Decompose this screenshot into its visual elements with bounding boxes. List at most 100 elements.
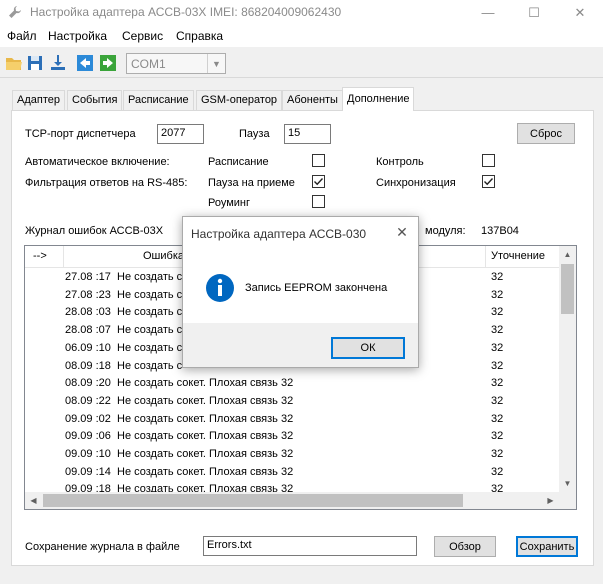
open-folder-icon[interactable] bbox=[5, 54, 23, 72]
tcp-port-input[interactable]: 2077 bbox=[157, 124, 204, 144]
upload-device-icon[interactable] bbox=[49, 54, 67, 72]
row-error-message: Не создать с bbox=[117, 271, 183, 283]
row-date: 28.08 :07 bbox=[65, 324, 111, 337]
save-disk-icon[interactable] bbox=[26, 54, 44, 72]
dialog-message: Запись EEPROM закончена bbox=[245, 282, 388, 294]
pause-input[interactable]: 15 bbox=[284, 124, 331, 144]
title-bar: Настройка адаптера АССВ-03Х IMEI: 868204… bbox=[0, 0, 603, 25]
row-error-message: Не создать с bbox=[117, 341, 183, 354]
row-date: 27.08 :23 bbox=[65, 288, 111, 301]
row-detail: 32 bbox=[491, 394, 504, 407]
row-detail: 32 bbox=[491, 288, 504, 301]
horizontal-scroll-thumb[interactable] bbox=[43, 494, 463, 507]
tab-subscribers[interactable]: Абоненты bbox=[282, 90, 343, 110]
save-button[interactable]: Сохранить bbox=[516, 536, 578, 557]
control-label: Контроль bbox=[376, 156, 424, 168]
row-detail: 32 bbox=[491, 448, 504, 460]
log-filename-input[interactable]: Errors.txt bbox=[203, 536, 417, 556]
row-detail: 32 bbox=[491, 271, 504, 283]
scroll-right-icon[interactable]: ▶ bbox=[542, 492, 559, 509]
tab-supplement[interactable]: Дополнение bbox=[342, 87, 415, 111]
pause-receive-checkbox[interactable] bbox=[312, 175, 325, 188]
column-header-detail[interactable]: Уточнение bbox=[491, 250, 545, 262]
tab-adapter[interactable]: Адаптер bbox=[12, 90, 65, 110]
row-error-message: Не создать сокет. Плохая связь 32 bbox=[117, 448, 294, 460]
toolbar bbox=[0, 48, 603, 78]
menu-settings[interactable]: Настройка bbox=[48, 29, 107, 43]
browse-button[interactable]: Обзор bbox=[434, 536, 496, 557]
scroll-up-icon[interactable]: ▲ bbox=[559, 246, 576, 263]
maximize-button[interactable]: ☐ bbox=[511, 0, 557, 25]
table-row[interactable]: 09.09 :06 Не создать сокет. Плохая связь … bbox=[25, 428, 559, 445]
scrollbar-corner bbox=[559, 492, 576, 509]
dialog-title: Настройка адаптера АССВ-030 bbox=[191, 227, 367, 241]
column-separator[interactable] bbox=[63, 246, 64, 268]
table-row[interactable]: 09.09 :02 Не создать сокет. Плохая связь … bbox=[25, 411, 559, 428]
com-port-value: COM1 bbox=[131, 57, 166, 71]
reset-button[interactable]: Сброс bbox=[517, 123, 575, 144]
tab-schedule[interactable]: Расписание bbox=[123, 90, 194, 110]
table-row[interactable]: 08.09 :22 Не создать сокет. Плохая связь … bbox=[25, 393, 559, 410]
pause-label: Пауза bbox=[239, 128, 270, 140]
minimize-button[interactable]: — bbox=[465, 0, 511, 25]
menu-file[interactable]: Файл bbox=[7, 29, 37, 43]
row-error-message: Не создать сокет. Плохая связь 32 bbox=[117, 412, 294, 425]
com-port-select[interactable]: COM1 ▼ bbox=[126, 53, 226, 74]
menu-help[interactable]: Справка bbox=[176, 29, 223, 43]
row-error-message: Не создать сокет. Плохая связь 32 bbox=[117, 394, 294, 407]
arrow-right-icon[interactable] bbox=[99, 54, 117, 72]
save-log-label: Сохранение журнала в файле bbox=[25, 541, 180, 553]
column-header-arrow[interactable]: --> bbox=[33, 250, 47, 262]
roaming-label: Роуминг bbox=[208, 197, 251, 209]
checkmark-icon bbox=[314, 178, 324, 186]
row-date: 06.09 :10 bbox=[65, 341, 111, 354]
module-value: 137B04 bbox=[481, 225, 519, 237]
scroll-down-icon[interactable]: ▼ bbox=[559, 475, 576, 492]
row-error-message: Не создать с bbox=[117, 359, 183, 372]
checkmark-icon bbox=[484, 178, 494, 186]
row-date: 28.08 :03 bbox=[65, 306, 111, 319]
window-title: Настройка адаптера АССВ-03Х IMEI: 868204… bbox=[30, 5, 342, 19]
pause-receive-label: Пауза на приеме bbox=[208, 177, 295, 189]
menu-bar: Файл Настройка Сервис Справка bbox=[0, 25, 603, 47]
rs485-filter-label: Фильтрация ответов на RS-485: bbox=[25, 177, 188, 189]
roaming-checkbox[interactable] bbox=[312, 195, 325, 208]
info-icon bbox=[206, 274, 234, 302]
error-log-label: Журнал ошибок АССВ-03Х bbox=[25, 225, 164, 237]
tab-gsm-operator[interactable]: GSM-оператор bbox=[196, 90, 283, 110]
vertical-scrollbar[interactable]: ▲ ▼ bbox=[559, 246, 576, 492]
table-row[interactable]: 09.09 :10 Не создать сокет. Плохая связь … bbox=[25, 446, 559, 463]
row-error-message: Не создать с bbox=[117, 288, 183, 301]
scroll-left-icon[interactable]: ◀ bbox=[25, 492, 42, 509]
row-date: 08.09 :20 bbox=[65, 377, 111, 390]
horizontal-scrollbar[interactable]: ◀ ▶ bbox=[25, 492, 559, 509]
vertical-scroll-thumb[interactable] bbox=[561, 264, 574, 314]
app-wrench-icon bbox=[9, 6, 21, 18]
row-detail: 32 bbox=[491, 341, 504, 354]
module-label: модуля: bbox=[425, 225, 466, 237]
auto-on-label: Автоматическое включение: bbox=[25, 156, 170, 168]
close-window-button[interactable]: ✕ bbox=[557, 0, 603, 25]
table-row[interactable]: 08.09 :20 Не создать сокет. Плохая связь … bbox=[25, 375, 559, 392]
row-date: 09.09 :10 bbox=[65, 448, 111, 460]
row-date: 09.09 :02 bbox=[65, 412, 111, 425]
row-error-message: Не создать с bbox=[117, 306, 183, 319]
column-header-error[interactable]: Ошибка bbox=[143, 250, 184, 262]
row-detail: 32 bbox=[491, 412, 504, 425]
row-detail: 32 bbox=[491, 306, 504, 319]
row-error-message: Не создать сокет. Плохая связь 32 bbox=[117, 430, 294, 443]
tab-events[interactable]: События bbox=[67, 90, 123, 110]
ok-button[interactable]: ОК bbox=[331, 337, 405, 359]
schedule-checkbox[interactable] bbox=[312, 154, 325, 167]
menu-service[interactable]: Сервис bbox=[122, 29, 163, 43]
dialog-close-icon[interactable]: ✕ bbox=[392, 223, 412, 241]
row-date: 27.08 :17 bbox=[65, 271, 111, 283]
schedule-label: Расписание bbox=[208, 156, 269, 168]
chevron-down-icon[interactable]: ▼ bbox=[207, 54, 225, 73]
row-date: 09.09 :14 bbox=[65, 465, 111, 478]
column-separator[interactable] bbox=[485, 246, 486, 268]
table-row[interactable]: 09.09 :14 Не создать сокет. Плохая связь … bbox=[25, 464, 559, 481]
arrow-left-icon[interactable] bbox=[76, 54, 94, 72]
control-checkbox[interactable] bbox=[482, 154, 495, 167]
sync-checkbox[interactable] bbox=[482, 175, 495, 188]
